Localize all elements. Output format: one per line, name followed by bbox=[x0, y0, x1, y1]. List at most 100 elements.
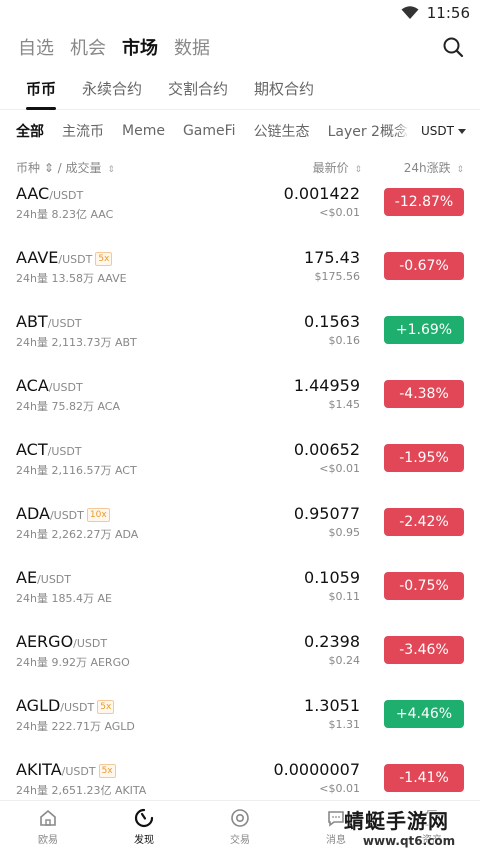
fiat-price: $175.56 bbox=[314, 270, 361, 283]
fiat-price: $0.16 bbox=[328, 334, 361, 347]
volume-24h: 24h量 2,262.27万 ADA bbox=[16, 528, 139, 541]
quote-asset: /USDT bbox=[49, 509, 84, 522]
change-badge[interactable]: -12.87% bbox=[384, 188, 464, 216]
fiat-price: $0.24 bbox=[328, 654, 361, 667]
quote-asset: /USDT bbox=[48, 381, 83, 394]
pair-symbol: ACA /USDT bbox=[16, 376, 83, 395]
leverage-badge: 5x bbox=[95, 252, 113, 266]
pair-symbol: ACT /USDT bbox=[16, 440, 82, 459]
watermark: 蜻蜓手游网 www.qt6.com bbox=[344, 805, 474, 848]
pair-symbol: AE /USDT bbox=[16, 568, 71, 587]
last-price: 1.44959 bbox=[293, 376, 360, 395]
market-row[interactable]: AAC /USDT 24h量 8.23亿 AAC 0.001422 <$0.01… bbox=[0, 182, 480, 246]
fiat-price: $1.45 bbox=[328, 398, 361, 411]
market-row[interactable]: ADA /USDT 10x 24h量 2,262.27万 ADA 0.95077… bbox=[0, 502, 480, 566]
tab-spot[interactable]: 币币 bbox=[26, 68, 57, 110]
category-meme[interactable]: Meme bbox=[122, 123, 165, 139]
base-asset: AE bbox=[16, 568, 38, 587]
base-asset: AAVE bbox=[16, 248, 59, 267]
change-badge[interactable]: -2.42% bbox=[384, 508, 464, 536]
bottom-nav-discover-label: 发现 bbox=[134, 835, 154, 846]
quote-asset: /USDT bbox=[60, 701, 95, 714]
category-mainstream[interactable]: 主流币 bbox=[62, 121, 104, 141]
fiat-price: $0.95 bbox=[328, 526, 361, 539]
base-asset: ABT bbox=[16, 312, 48, 331]
volume-24h: 24h量 2,651.23亿 AKITA bbox=[16, 784, 147, 797]
volume-24h: 24h量 222.71万 AGLD bbox=[16, 720, 135, 733]
fiat-price: $0.11 bbox=[328, 590, 361, 603]
market-row[interactable]: ACT /USDT 24h量 2,116.57万 ACT 0.00652 <$0… bbox=[0, 438, 480, 502]
quote-currency-label: USDT bbox=[421, 124, 454, 138]
bottom-nav-trade-label: 交易 bbox=[230, 835, 250, 846]
change-badge[interactable]: -1.41% bbox=[384, 764, 464, 792]
change-badge[interactable]: -3.46% bbox=[384, 636, 464, 664]
status-bar: 11:56 bbox=[0, 0, 480, 26]
top-nav-market[interactable]: 市场 bbox=[122, 34, 158, 60]
quote-asset: /USDT bbox=[47, 317, 82, 330]
pair-symbol: ABT /USDT bbox=[16, 312, 82, 331]
leverage-badge: 5x bbox=[97, 700, 115, 714]
bottom-nav-home[interactable]: 欧易 bbox=[0, 801, 96, 853]
search-icon[interactable] bbox=[442, 36, 464, 58]
tab-options[interactable]: 期权合约 bbox=[254, 68, 314, 110]
category-all[interactable]: 全部 bbox=[16, 121, 44, 141]
market-row[interactable]: AGLD /USDT 5x 24h量 222.71万 AGLD 1.3051 $… bbox=[0, 694, 480, 758]
volume-24h: 24h量 75.82万 ACA bbox=[16, 400, 120, 413]
watermark-text: 蜻蜓手游网 bbox=[344, 809, 449, 833]
pair-symbol: AERGO /USDT bbox=[16, 632, 107, 651]
bottom-nav-discover[interactable]: 发现 bbox=[96, 801, 192, 853]
pair-symbol: ADA /USDT 10x bbox=[16, 504, 110, 524]
top-nav-opportunities[interactable]: 机会 bbox=[70, 34, 106, 60]
tab-perpetual[interactable]: 永续合约 bbox=[82, 68, 142, 110]
quote-asset: /USDT bbox=[47, 445, 82, 458]
top-nav-data[interactable]: 数据 bbox=[174, 34, 210, 60]
base-asset: ADA bbox=[16, 504, 50, 523]
base-asset: AGLD bbox=[16, 696, 61, 715]
volume-24h: 24h量 9.92万 AERGO bbox=[16, 656, 130, 669]
quote-asset: /USDT bbox=[61, 765, 96, 778]
base-asset: ACT bbox=[16, 440, 48, 459]
last-price: 0.00652 bbox=[293, 440, 360, 459]
quote-asset: /USDT bbox=[49, 189, 84, 202]
category-gamefi[interactable]: GameFi bbox=[183, 123, 236, 139]
last-price: 0.1563 bbox=[304, 312, 360, 331]
sort-change[interactable]: 24h涨跌 ⇕ bbox=[404, 159, 464, 176]
tab-futures[interactable]: 交割合约 bbox=[168, 68, 228, 110]
quote-currency-selector[interactable]: USDT bbox=[411, 110, 480, 152]
change-badge[interactable]: -1.95% bbox=[384, 444, 464, 472]
change-badge[interactable]: +1.69% bbox=[384, 316, 464, 344]
base-asset: AERGO bbox=[16, 632, 74, 651]
bottom-nav-trade[interactable]: 交易 bbox=[192, 801, 288, 853]
bottom-nav-home-label: 欧易 bbox=[38, 835, 58, 846]
top-nav-watchlist[interactable]: 自选 bbox=[18, 34, 54, 60]
pair-symbol: AAC /USDT bbox=[16, 184, 83, 203]
leverage-badge: 5x bbox=[98, 764, 116, 778]
volume-24h: 24h量 2,116.57万 ACT bbox=[16, 464, 137, 477]
discover-icon bbox=[134, 808, 154, 828]
market-row[interactable]: AE /USDT 24h量 185.4万 AE 0.1059 $0.11 -0.… bbox=[0, 566, 480, 630]
sort-icon: ⇕ bbox=[456, 164, 464, 175]
change-badge[interactable]: -4.38% bbox=[384, 380, 464, 408]
market-row[interactable]: ACA /USDT 24h量 75.82万 ACA 1.44959 $1.45 … bbox=[0, 374, 480, 438]
change-badge[interactable]: +4.46% bbox=[384, 700, 464, 728]
leverage-badge: 10x bbox=[86, 508, 110, 522]
status-time: 11:56 bbox=[426, 4, 470, 22]
market-row[interactable]: AERGO /USDT 24h量 9.92万 AERGO 0.2398 $0.2… bbox=[0, 630, 480, 694]
market-row[interactable]: AAVE /USDT 5x 24h量 13.58万 AAVE 175.43 $1… bbox=[0, 246, 480, 310]
sort-pair-volume[interactable]: 币种 ⇕ / 成交量 ⇕ bbox=[16, 159, 464, 176]
volume-24h: 24h量 13.58万 AAVE bbox=[16, 272, 127, 285]
volume-24h: 24h量 2,113.73万 ABT bbox=[16, 336, 137, 349]
change-badge[interactable]: -0.67% bbox=[384, 252, 464, 280]
last-price: 175.43 bbox=[304, 248, 360, 267]
sort-last-price[interactable]: 最新价 ⇕ bbox=[313, 159, 362, 176]
category-public-chain[interactable]: 公链生态 bbox=[254, 121, 310, 141]
fiat-price: <$0.01 bbox=[319, 782, 360, 795]
base-asset: ACA bbox=[16, 376, 49, 395]
category-layer2[interactable]: Layer 2概念 bbox=[328, 121, 408, 141]
sort-icon: ⇕ bbox=[107, 164, 115, 175]
watermark-url: www.qt6.com bbox=[362, 834, 456, 848]
market-row[interactable]: ABT /USDT 24h量 2,113.73万 ABT 0.1563 $0.1… bbox=[0, 310, 480, 374]
base-asset: AAC bbox=[16, 184, 50, 203]
last-price: 0.1059 bbox=[304, 568, 360, 587]
change-badge[interactable]: -0.75% bbox=[384, 572, 464, 600]
